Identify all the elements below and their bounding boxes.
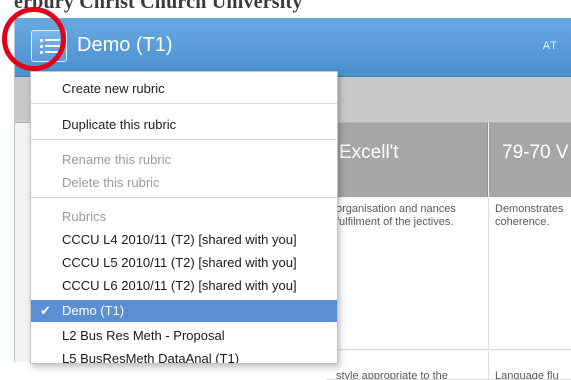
cell-text: organisation and nances fulfilment of th… bbox=[336, 203, 456, 228]
rubric-cell[interactable]: Language flu bbox=[489, 351, 571, 380]
rubric-option[interactable]: L2 Bus Res Meth - Proposal bbox=[31, 325, 337, 347]
delete-rubric-item: Delete this rubric bbox=[62, 175, 160, 190]
create-rubric-item[interactable]: Create new rubric bbox=[31, 78, 337, 100]
rubric-option-label: Demo (T1) bbox=[62, 303, 125, 318]
highlight-circle bbox=[2, 7, 66, 71]
rename-rubric-item: Rename this rubric bbox=[62, 152, 172, 167]
rubric-cell[interactable]: organisation and nances fulfilment of th… bbox=[326, 198, 489, 350]
rubric-menu-dropdown: Create new rubric Duplicate this rubric … bbox=[30, 71, 338, 364]
rubric-cell[interactable]: Demonstrates coherence. bbox=[489, 198, 571, 350]
menu-divider bbox=[31, 197, 337, 198]
rubrics-section-header: Rubrics bbox=[62, 209, 107, 224]
rubric-option[interactable]: CCCU L4 2010/11 (T2) [shared with you] bbox=[31, 229, 337, 251]
titlebar-right-text: AT bbox=[542, 40, 558, 52]
menu-divider bbox=[31, 103, 337, 104]
rubric-cell[interactable]: style appropriate to the bbox=[326, 351, 489, 380]
column-header-excellent[interactable]: Excell't bbox=[326, 123, 488, 197]
rubric-option[interactable]: CCCU L6 2010/11 (T2) [shared with you] bbox=[31, 275, 337, 297]
cell-text: Language flu bbox=[495, 370, 559, 380]
column-header-79-70[interactable]: 79-70 V bbox=[489, 123, 571, 197]
background-page-heading: erbury Christ Church University bbox=[14, 0, 303, 13]
cell-text: style appropriate to the bbox=[336, 370, 448, 380]
menu-divider bbox=[31, 139, 337, 140]
app-titlebar: Demo (T1) AT bbox=[15, 18, 571, 77]
cell-text: Demonstrates coherence. bbox=[495, 203, 564, 228]
rubric-option-selected[interactable]: ✔ Demo (T1) bbox=[31, 300, 337, 322]
checkmark-icon: ✔ bbox=[40, 303, 51, 318]
rubric-option[interactable]: CCCU L5 2010/11 (T2) [shared with you] bbox=[31, 252, 337, 274]
rubric-title: Demo (T1) bbox=[77, 34, 173, 56]
duplicate-rubric-item[interactable]: Duplicate this rubric bbox=[31, 114, 337, 136]
